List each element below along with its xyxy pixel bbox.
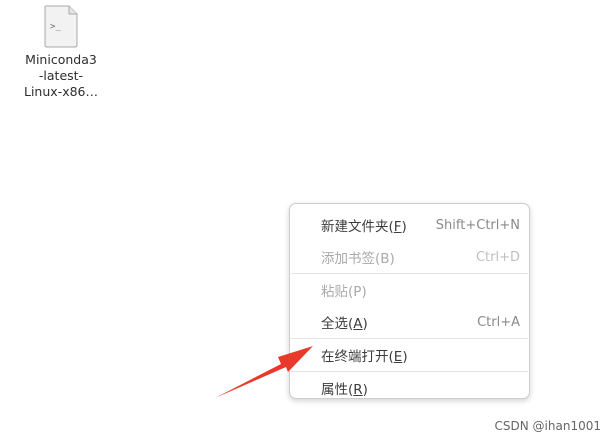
menu-item-add-bookmark: 添加书签(B) Ctrl+D <box>290 241 529 273</box>
menu-item-accelerator: Ctrl+D <box>475 249 520 265</box>
menu-item-label: 新建文件夹(F) <box>321 219 407 235</box>
menu-item-accelerator: Shift+Ctrl+N <box>435 217 520 233</box>
file-name-line-3: Linux-x86… <box>24 84 98 99</box>
menu-item-label: 全选(A) <box>321 316 368 332</box>
menu-item-accelerator: Ctrl+A <box>477 314 520 330</box>
file-miniconda-installer[interactable]: >_ Miniconda3 -latest- Linux-x86… <box>14 4 108 100</box>
menu-item-new-folder[interactable]: 新建文件夹(F) Shift+Ctrl+N <box>290 209 529 241</box>
watermark: CSDN @ihan1001 <box>494 419 601 433</box>
menu-item-label: 属性(R) <box>321 382 368 398</box>
menu-item-label: 添加书签(B) <box>321 251 395 267</box>
menu-item-properties[interactable]: 属性(R) <box>290 372 529 404</box>
menu-item-label: 在终端打开(E) <box>321 349 408 365</box>
terminal-script-icon: >_ <box>44 5 78 48</box>
file-name-line-2: -latest- <box>38 68 84 83</box>
menu-item-paste: 粘贴(P) <box>290 274 529 306</box>
menu-item-select-all[interactable]: 全选(A) Ctrl+A <box>290 306 529 338</box>
svg-text:>_: >_ <box>50 22 61 32</box>
file-name-line-1: Miniconda3 <box>25 52 97 67</box>
file-name: Miniconda3 -latest- Linux-x86… <box>14 52 108 100</box>
menu-item-open-in-terminal[interactable]: 在终端打开(E) <box>290 339 529 371</box>
context-menu: 新建文件夹(F) Shift+Ctrl+N 添加书签(B) Ctrl+D 粘贴(… <box>289 203 530 399</box>
menu-item-label: 粘贴(P) <box>321 284 367 300</box>
